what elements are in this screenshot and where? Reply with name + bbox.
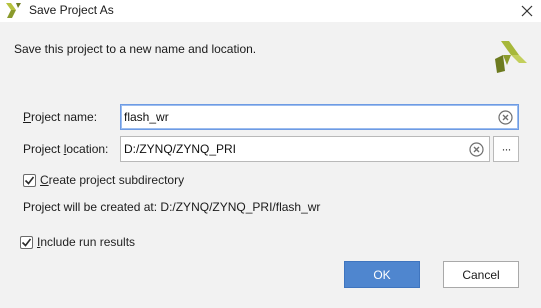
close-icon [521, 5, 533, 17]
checkmark-icon [21, 238, 32, 247]
vivado-brand-logo-icon [493, 41, 527, 73]
include-run-results-checkbox[interactable] [20, 235, 33, 249]
more-icon: ··· [501, 142, 512, 156]
browse-location-button[interactable]: ··· [493, 136, 519, 162]
dialog-body: Save this project to a new name and loca… [0, 22, 541, 308]
create-subdirectory-checkbox[interactable] [23, 173, 36, 187]
project-path-info: Project will be created at: D:/ZYNQ/ZYNQ… [23, 200, 321, 214]
clear-location-button[interactable] [469, 142, 484, 157]
include-run-results-option[interactable]: Include run results [20, 235, 135, 249]
ok-button[interactable]: OK [344, 261, 420, 288]
project-location-label: Project location: [23, 142, 109, 156]
cancel-button[interactable]: Cancel [443, 261, 519, 288]
project-name-field[interactable] [120, 104, 519, 130]
clear-name-button[interactable] [498, 110, 513, 125]
window-title: Save Project As [29, 3, 114, 17]
project-location-field[interactable] [120, 136, 490, 162]
title-bar: Save Project As [0, 0, 541, 22]
project-location-input[interactable] [124, 140, 462, 158]
checkmark-icon [24, 176, 35, 185]
include-run-results-label: Include run results [37, 235, 136, 249]
project-name-label: Project name: [23, 110, 98, 124]
close-button[interactable] [513, 0, 541, 22]
create-subdirectory-label: Create project subdirectory [40, 173, 185, 187]
clear-icon [498, 110, 513, 125]
create-subdirectory-option[interactable]: Create project subdirectory [23, 173, 184, 187]
project-name-input[interactable] [124, 108, 491, 126]
vivado-logo-icon [6, 3, 22, 18]
dialog-subtitle: Save this project to a new name and loca… [14, 42, 257, 56]
clear-icon [469, 142, 484, 157]
save-project-as-dialog: Save Project As Save this project to a n… [0, 0, 541, 308]
